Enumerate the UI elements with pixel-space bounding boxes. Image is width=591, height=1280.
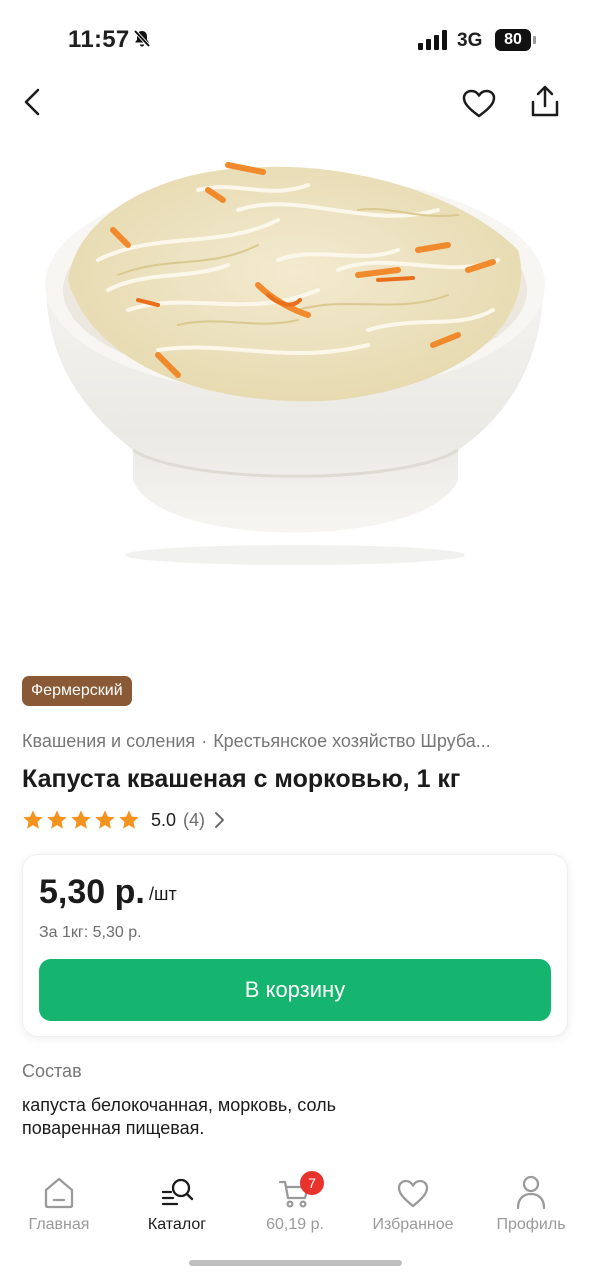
rating-count: (4) (183, 809, 206, 830)
price-unit: /шт (149, 884, 177, 904)
status-time: 11:57 (68, 26, 130, 53)
network-type: 3G (457, 30, 483, 51)
heart-icon (462, 89, 496, 118)
bell-slash-icon (132, 29, 152, 54)
cart-count-badge: 7 (300, 1171, 324, 1195)
home-icon (44, 1177, 74, 1209)
share-button[interactable] (523, 80, 567, 124)
composition-text: капуста белокочанная, морковь, соль пова… (22, 1095, 336, 1138)
breadcrumb-separator: · (201, 731, 208, 751)
tab-home-label: Главная (28, 1216, 90, 1233)
product-image[interactable] (38, 150, 553, 580)
tab-catalog[interactable]: Каталог (118, 1170, 236, 1236)
star-icon (71, 810, 91, 829)
profile-icon (516, 1175, 546, 1210)
status-bar: 11:57 3G 80 (0, 0, 591, 80)
signal-icon (418, 30, 450, 55)
star-icon (47, 810, 67, 829)
tab-catalog-label: Каталог (147, 1216, 207, 1233)
share-icon (531, 85, 559, 117)
home-indicator (189, 1260, 402, 1266)
battery-icon: 80 (495, 29, 537, 51)
rating-value: 5.0 (151, 809, 177, 830)
price: 5,30 р. (39, 873, 145, 911)
chevron-left-icon (24, 88, 40, 116)
breadcrumb-category[interactable]: Квашения и соления (22, 731, 195, 751)
battery-level: 80 (495, 29, 531, 51)
favorite-button[interactable] (457, 82, 501, 126)
star-icon (95, 810, 115, 829)
tab-cart-label: 60,19 р. (266, 1216, 324, 1233)
star-icon (23, 810, 43, 829)
top-nav (0, 80, 591, 130)
catalog-search-icon (161, 1178, 194, 1206)
rating-row[interactable]: 5.0 (4) (22, 807, 225, 833)
heart-icon (397, 1179, 429, 1208)
star-icon (119, 810, 139, 829)
tab-favorites[interactable]: Избранное (354, 1170, 472, 1236)
price-card: 5,30 р. /шт За 1кг: 5,30 р. В корзину (22, 854, 568, 1037)
price-per-kg: За 1кг: 5,30 р. (39, 924, 142, 941)
composition-label: Состав (22, 1061, 82, 1081)
product-title: Капуста квашеная с морковью, 1 кг (22, 765, 461, 793)
tab-profile-label: Профиль (496, 1216, 566, 1233)
tab-cart[interactable]: 7 60,19 р. (236, 1170, 354, 1236)
tab-home[interactable]: Главная (0, 1170, 118, 1236)
back-button[interactable] (11, 80, 55, 124)
farm-badge: Фермерский (22, 676, 132, 706)
tab-profile[interactable]: Профиль (472, 1170, 590, 1236)
tab-favorites-label: Избранное (372, 1216, 454, 1233)
rating-stars (22, 809, 140, 831)
chevron-right-icon (213, 811, 225, 829)
add-to-cart-button[interactable]: В корзину (39, 959, 551, 1021)
breadcrumb-producer[interactable]: Крестьянское хозяйство Шруба... (213, 731, 491, 751)
breadcrumb: Квашения и соления · Крестьянское хозяйств… (22, 731, 562, 752)
